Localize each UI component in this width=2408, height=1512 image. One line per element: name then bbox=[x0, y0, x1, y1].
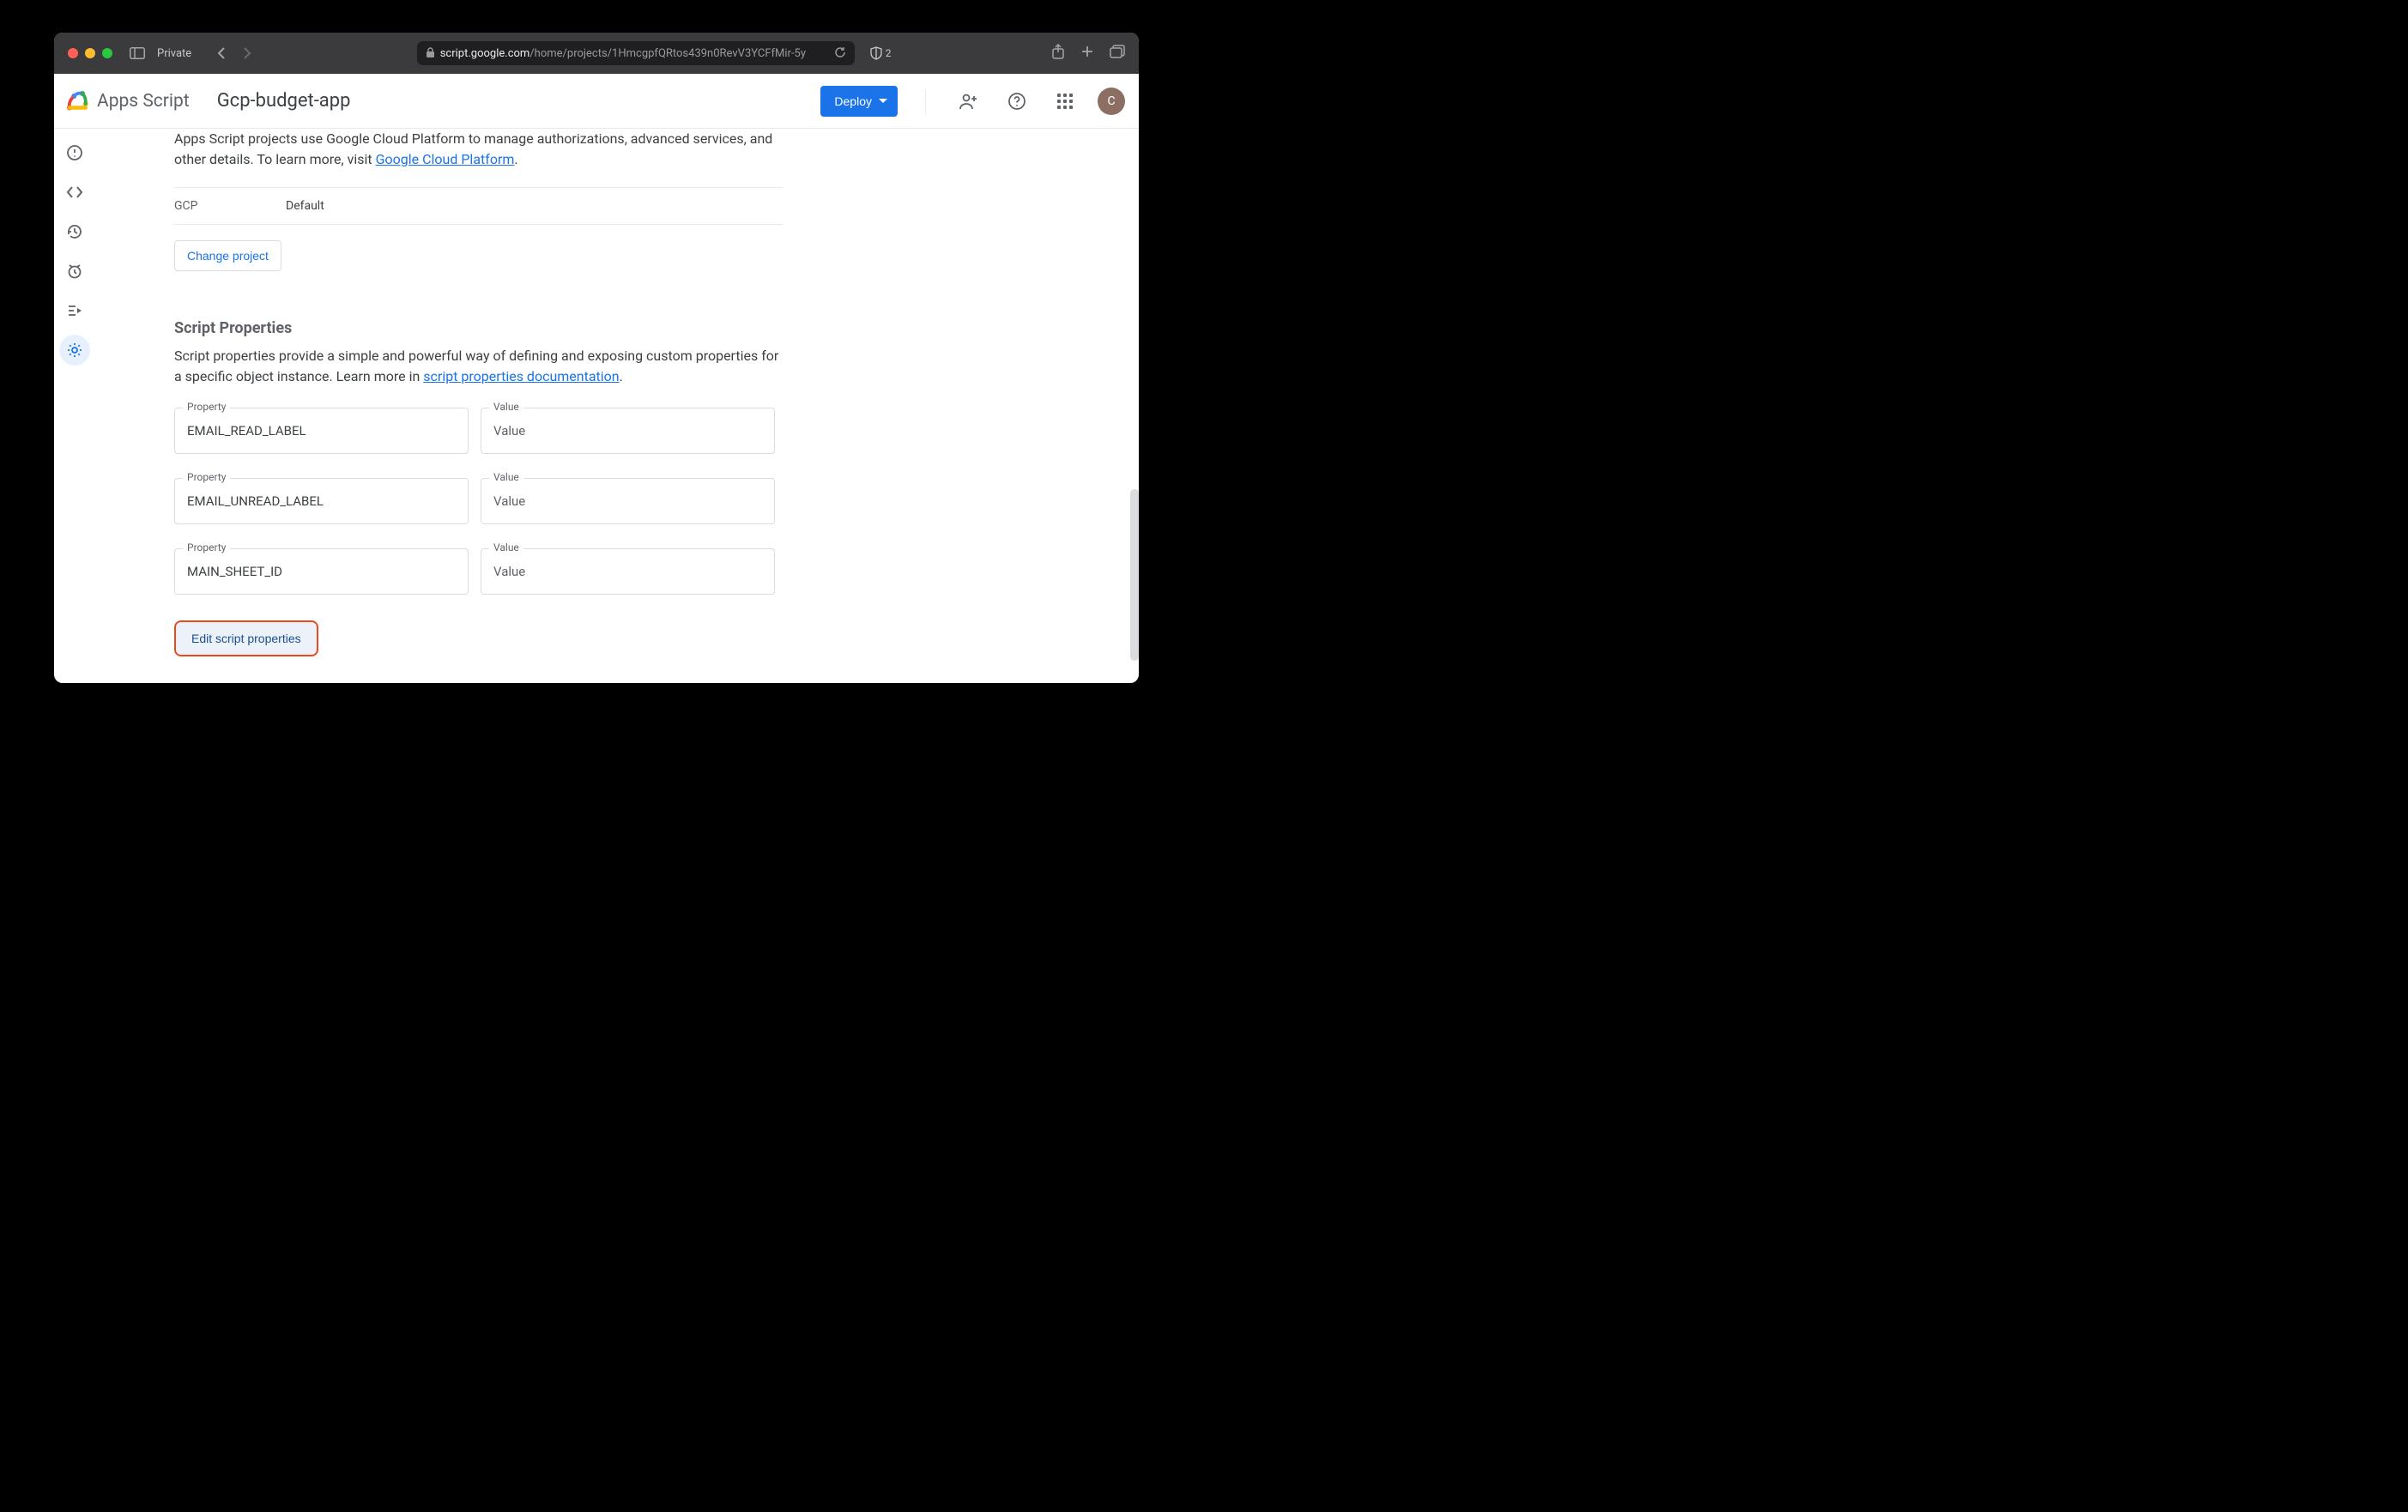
browser-window: Private script.google.com/home/projects/… bbox=[54, 33, 1139, 683]
value-placeholder: Value bbox=[481, 478, 775, 524]
apps-script-logo-icon bbox=[64, 88, 90, 114]
rail-executions-icon[interactable] bbox=[59, 295, 90, 326]
deploy-button[interactable]: Deploy bbox=[820, 86, 898, 117]
content-area: Apps Script projects use Google Cloud Pl… bbox=[95, 129, 1139, 683]
header-divider bbox=[925, 89, 926, 113]
private-browsing-label: Private bbox=[157, 47, 191, 60]
nav-arrows bbox=[212, 44, 257, 63]
value-legend: Value bbox=[489, 541, 523, 553]
tracker-count: 2 bbox=[886, 47, 892, 59]
gcp-row-value: Default bbox=[286, 199, 324, 213]
scrollbar-thumb[interactable] bbox=[1130, 489, 1139, 661]
sidebar-toggle-icon[interactable] bbox=[130, 45, 145, 61]
script-property-row: Property EMAIL_READ_LABEL Value Value bbox=[174, 408, 775, 454]
reload-icon[interactable] bbox=[834, 45, 846, 62]
value-field[interactable]: Value Value bbox=[481, 548, 775, 595]
help-icon[interactable] bbox=[1001, 86, 1032, 117]
script-property-row: Property MAIN_SHEET_ID Value Value bbox=[174, 548, 775, 595]
product-logo-block[interactable]: Apps Script bbox=[64, 88, 190, 114]
value-legend: Value bbox=[489, 471, 523, 483]
project-name: Gcp-budget-app bbox=[217, 90, 351, 112]
value-placeholder: Value bbox=[481, 408, 775, 454]
tracker-shield[interactable]: 2 bbox=[870, 46, 892, 60]
property-field[interactable]: Property EMAIL_READ_LABEL bbox=[174, 408, 469, 454]
script-properties-heading: Script Properties bbox=[174, 319, 1139, 337]
titlebar: Private script.google.com/home/projects/… bbox=[54, 33, 1139, 74]
gcp-row-label: GCP bbox=[174, 199, 286, 213]
script-properties-list: Property EMAIL_READ_LABEL Value Value Pr… bbox=[174, 408, 775, 595]
property-legend: Property bbox=[183, 401, 230, 413]
rail-editor-icon[interactable] bbox=[59, 177, 90, 208]
script-properties-description: Script properties provide a simple and p… bbox=[174, 346, 784, 387]
window-zoom-button[interactable] bbox=[102, 48, 112, 58]
property-legend: Property bbox=[183, 471, 230, 483]
chevron-down-icon bbox=[879, 99, 887, 103]
value-field[interactable]: Value Value bbox=[481, 478, 775, 524]
app-body: Apps Script projects use Google Cloud Pl… bbox=[54, 129, 1139, 683]
value-legend: Value bbox=[489, 401, 523, 413]
google-apps-icon[interactable] bbox=[1050, 86, 1080, 117]
forward-button[interactable] bbox=[238, 44, 257, 63]
share-add-person-icon[interactable] bbox=[953, 86, 984, 117]
gcp-link[interactable]: Google Cloud Platform bbox=[376, 151, 515, 167]
property-value: EMAIL_UNREAD_LABEL bbox=[174, 478, 469, 524]
url-text: script.google.com/home/projects/1HmcgpfQ… bbox=[440, 47, 806, 60]
property-value: EMAIL_READ_LABEL bbox=[174, 408, 469, 454]
property-value: MAIN_SHEET_ID bbox=[174, 548, 469, 595]
traffic-lights bbox=[68, 48, 112, 58]
deploy-button-label: Deploy bbox=[834, 94, 872, 108]
rail-history-icon[interactable] bbox=[59, 216, 90, 247]
app-header: Apps Script Gcp-budget-app Deploy C bbox=[54, 74, 1139, 129]
tabs-overview-icon[interactable] bbox=[1110, 45, 1125, 62]
window-close-button[interactable] bbox=[68, 48, 78, 58]
lock-icon bbox=[426, 45, 435, 62]
window-minimize-button[interactable] bbox=[85, 48, 95, 58]
value-placeholder: Value bbox=[481, 548, 775, 595]
script-properties-doc-link[interactable]: script properties documentation bbox=[423, 368, 619, 384]
script-property-row: Property EMAIL_UNREAD_LABEL Value Value bbox=[174, 478, 775, 524]
gcp-description: Apps Script projects use Google Cloud Pl… bbox=[174, 129, 784, 170]
change-project-button[interactable]: Change project bbox=[174, 240, 281, 271]
account-avatar[interactable]: C bbox=[1098, 88, 1125, 115]
avatar-letter: C bbox=[1107, 94, 1115, 108]
share-icon[interactable] bbox=[1051, 44, 1065, 63]
edit-script-properties-button[interactable]: Edit script properties bbox=[174, 620, 318, 656]
left-rail bbox=[54, 129, 95, 683]
new-tab-icon[interactable] bbox=[1080, 45, 1094, 62]
property-legend: Property bbox=[183, 541, 230, 553]
gcp-row: GCP Default bbox=[174, 187, 784, 225]
rail-overview-icon[interactable] bbox=[59, 137, 90, 168]
product-name: Apps Script bbox=[97, 91, 190, 112]
property-field[interactable]: Property MAIN_SHEET_ID bbox=[174, 548, 469, 595]
titlebar-right-icons bbox=[1051, 44, 1125, 63]
rail-triggers-icon[interactable] bbox=[59, 256, 90, 287]
address-bar[interactable]: script.google.com/home/projects/1HmcgpfQ… bbox=[417, 41, 855, 65]
value-field[interactable]: Value Value bbox=[481, 408, 775, 454]
back-button[interactable] bbox=[212, 44, 231, 63]
rail-settings-icon[interactable] bbox=[59, 335, 90, 366]
property-field[interactable]: Property EMAIL_UNREAD_LABEL bbox=[174, 478, 469, 524]
